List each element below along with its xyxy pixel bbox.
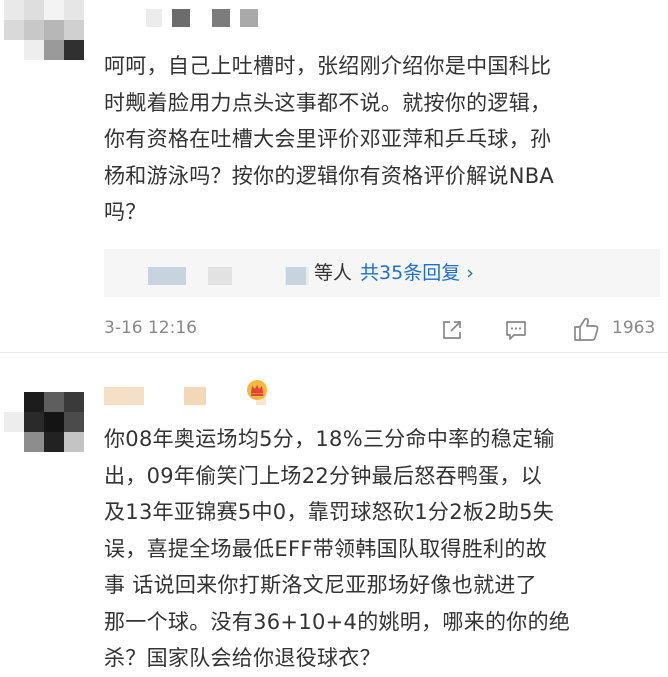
like-count: 1963 <box>612 318 656 338</box>
view-replies-link[interactable]: 共35条回复 <box>360 262 460 284</box>
replies-preview[interactable]: 等人 共35条回复 › <box>104 249 660 297</box>
crown-badge-icon <box>247 380 267 400</box>
comment-text: 你08年奥运场均5分，18%三分命中率的稳定输 出，09年偷笑门上场22分钟最后… <box>104 427 571 670</box>
like-icon[interactable] <box>572 316 600 342</box>
comment-text: 呵呵，自己上吐槽时，张绍刚介绍你是中国科比 时觍着脸用力点头这事都不说。就按你的… <box>104 54 555 224</box>
share-icon[interactable] <box>440 318 464 342</box>
username[interactable] <box>146 9 258 27</box>
chevron-right-icon[interactable]: › <box>466 262 474 284</box>
username[interactable] <box>104 387 266 405</box>
reply-user-1 <box>148 267 186 285</box>
reply-suffix: 等人 <box>314 262 353 284</box>
comment-icon[interactable] <box>504 318 528 342</box>
timestamp: 3-16 12:16 <box>104 318 197 338</box>
avatar[interactable] <box>4 392 84 452</box>
avatar[interactable] <box>4 0 84 60</box>
reply-summary: 等人 共35条回复 › <box>314 260 474 286</box>
reply-user-2 <box>208 267 232 285</box>
comment-item: 呵呵，自己上吐槽时，张绍刚介绍你是中国科比 时觍着脸用力点头这事都不说。就按你的… <box>0 0 668 352</box>
reply-user-4 <box>286 267 306 285</box>
comment-footer: 3-16 12:16 1963 <box>104 316 660 344</box>
